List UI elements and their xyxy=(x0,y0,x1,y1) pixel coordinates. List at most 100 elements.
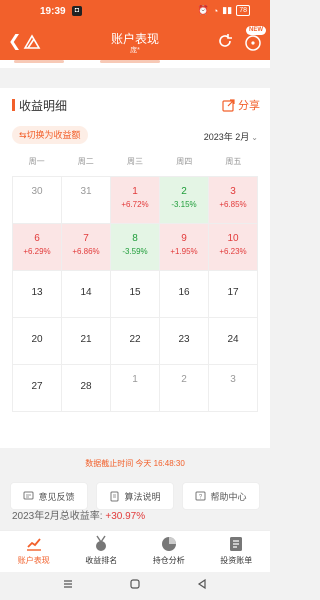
day-number: 20 xyxy=(31,334,43,345)
strip-bar xyxy=(100,60,160,63)
tab-account-performance[interactable]: 账户表现 xyxy=(0,531,68,572)
calendar-day[interactable]: 27 xyxy=(13,365,62,412)
medal-icon xyxy=(96,535,107,551)
day-number: 24 xyxy=(227,334,239,345)
tab-position-analysis[interactable]: 持仓分析 xyxy=(135,531,203,572)
weekday-header: 周一 周二 周三 周四 周五 xyxy=(12,156,258,167)
day-number: 17 xyxy=(227,287,239,298)
help-button[interactable]: ? 帮助中心 xyxy=(182,482,260,510)
algorithm-button[interactable]: 算法说明 xyxy=(96,482,174,510)
tab-investment-bill[interactable]: 投资账单 xyxy=(203,531,271,572)
calendar-day[interactable]: 14 xyxy=(62,271,111,318)
calendar-day[interactable]: 21 xyxy=(62,318,111,365)
status-time: 19:39 xyxy=(40,6,66,17)
notification-icon: ◘ xyxy=(72,6,82,16)
data-deadline: 数据截止时间 今天 16:48:30 xyxy=(85,459,185,468)
day-return: +6.85% xyxy=(219,200,247,209)
day-number: 16 xyxy=(178,287,190,298)
system-nav-bar xyxy=(0,572,270,600)
app-header: ❮ 账户表现 庞* NEW xyxy=(0,24,270,60)
calendar-day[interactable]: 3 +6.85% xyxy=(209,177,258,224)
day-number: 31 xyxy=(80,186,92,197)
day-number: 8 xyxy=(132,233,138,244)
pie-chart-icon xyxy=(161,537,176,551)
day-return: +6.29% xyxy=(23,247,51,256)
refresh-icon[interactable] xyxy=(216,32,234,50)
section-title: 收益明细 xyxy=(19,99,68,113)
earnings-card: 收益明细 分享 ⇆切换为收益额 2023年 2月 ⌄ 周一 周二 周三 周四 周五… xyxy=(0,88,270,522)
calendar-day[interactable]: 23 xyxy=(160,318,209,365)
share-icon xyxy=(222,98,235,112)
calendar-row: 27 28 1 2 3 xyxy=(13,365,258,412)
help-label: 帮助中心 xyxy=(210,491,247,502)
calendar-day[interactable]: 28 xyxy=(62,365,111,412)
feedback-icon xyxy=(23,491,34,499)
day-number: 21 xyxy=(80,334,92,345)
calendar-day[interactable]: 8 -3.59% xyxy=(111,224,160,271)
calendar-day[interactable]: 16 xyxy=(160,271,209,318)
day-return: -3.15% xyxy=(171,200,197,209)
calendar-day[interactable]: 2 -3.15% xyxy=(160,177,209,224)
calendar-day[interactable]: 22 xyxy=(111,318,160,365)
share-button[interactable]: 分享 xyxy=(222,97,260,113)
day-return: +1.95% xyxy=(170,247,198,256)
day-number: 3 xyxy=(230,374,236,385)
algorithm-label: 算法说明 xyxy=(124,491,161,502)
chevron-down-icon: ⌄ xyxy=(251,133,258,142)
day-number: 14 xyxy=(80,287,92,298)
more-icon[interactable] xyxy=(244,34,262,52)
calendar-day[interactable]: 9 +1.95% xyxy=(160,224,209,271)
tab-label: 收益排名 xyxy=(85,556,118,565)
tab-earnings-ranking[interactable]: 收益排名 xyxy=(68,531,136,572)
day-return: -3.59% xyxy=(122,247,148,256)
day-number: 30 xyxy=(31,186,43,197)
day-return: +6.86% xyxy=(72,247,100,256)
back-icon[interactable] xyxy=(196,578,208,590)
calendar-row: 30 31 1 +6.72% 2 -3.15% 3 +6.85% xyxy=(13,177,258,224)
calendar-day[interactable]: 20 xyxy=(13,318,62,365)
total-label: 2023年2月总收益率: xyxy=(12,511,106,522)
calendar-day[interactable]: 3 xyxy=(209,365,258,412)
calendar-row: 13 14 15 16 17 xyxy=(13,271,258,318)
feedback-label: 意见反馈 xyxy=(38,491,75,502)
help-icon: ? xyxy=(195,491,206,500)
calendar-row: 6 +6.29% 7 +6.86% 8 -3.59% 9 +1.95% 10 +6.23% xyxy=(13,224,258,271)
calendar-day[interactable]: 6 +6.29% xyxy=(13,224,62,271)
day-return: +6.72% xyxy=(121,200,149,209)
status-bar: 19:39 ◘ ⏰ ◔ ▮▮ 78 xyxy=(0,0,270,24)
header-strip xyxy=(0,60,270,68)
day-number: 10 xyxy=(227,233,239,244)
signal-icon: ▮▮ xyxy=(222,5,233,15)
calendar-day[interactable]: 1 xyxy=(111,365,160,412)
day-number: 3 xyxy=(230,186,236,197)
calendar-day[interactable]: 17 xyxy=(209,271,258,318)
chart-line-icon xyxy=(26,538,41,551)
weekday-label: 周五 xyxy=(225,157,242,166)
calendar-day[interactable]: 31 xyxy=(62,177,111,224)
day-number: 1 xyxy=(132,186,138,197)
home-icon[interactable] xyxy=(129,578,141,590)
tab-label: 投资账单 xyxy=(220,556,253,565)
calendar-day[interactable]: 24 xyxy=(209,318,258,365)
weekday-label: 周三 xyxy=(127,157,143,166)
calendar-day[interactable]: 1 +6.72% xyxy=(111,177,160,224)
day-return: +6.23% xyxy=(219,247,247,256)
month-selector[interactable]: 2023年 2月 ⌄ xyxy=(204,130,258,143)
month-label: 2023年 2月 xyxy=(203,132,250,142)
weekday-label: 周二 xyxy=(77,157,94,166)
menu-icon[interactable] xyxy=(62,578,74,590)
calendar-day[interactable]: 10 +6.23% xyxy=(209,224,258,271)
calendar-day[interactable]: 7 +6.86% xyxy=(62,224,111,271)
new-badge: NEW xyxy=(246,26,266,35)
calendar-grid: 30 31 1 +6.72% 2 -3.15% 3 +6.85% 6 +6.29% 7 +6.86% 8… xyxy=(12,176,258,412)
calendar-day[interactable]: 15 xyxy=(111,271,160,318)
calendar-day[interactable]: 2 xyxy=(160,365,209,412)
section-accent-bar xyxy=(12,99,15,111)
feedback-button[interactable]: 意见反馈 xyxy=(10,482,88,510)
system-icons: ⏰ ◔ ▮▮ 78 xyxy=(198,5,250,16)
calendar-day[interactable]: 30 xyxy=(13,177,62,224)
day-number: 27 xyxy=(31,381,43,392)
toggle-earnings-button[interactable]: ⇆切换为收益额 xyxy=(12,126,88,144)
calendar-day[interactable]: 13 xyxy=(13,271,62,318)
tab-label: 持仓分析 xyxy=(152,556,185,565)
